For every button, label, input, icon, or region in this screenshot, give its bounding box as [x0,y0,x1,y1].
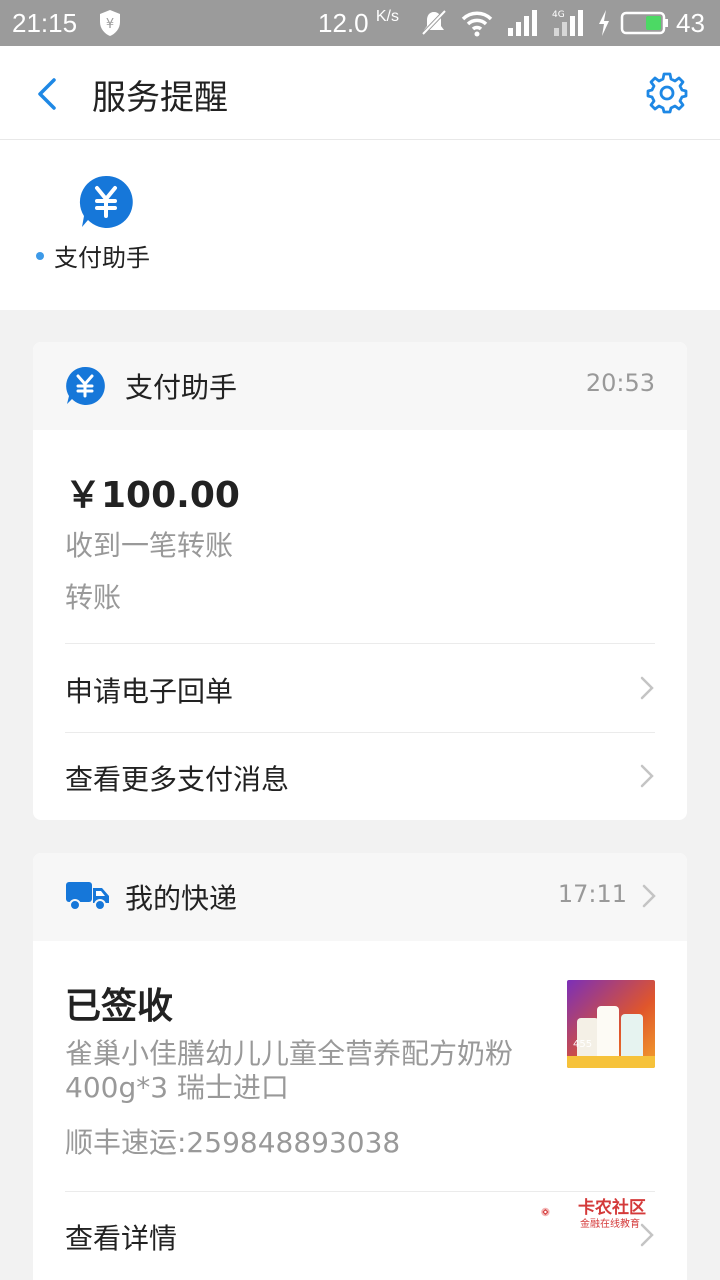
transfer-type: 转账 [65,581,122,614]
yuan-icon [66,366,105,405]
svg-text:4G: 4G [552,10,565,20]
product-can [597,1006,619,1058]
chevron-right-icon [640,676,654,700]
tracking-number: 顺丰速运:259848893038 [65,1126,401,1159]
page-title: 服务提醒 [92,78,228,118]
network-speed-value: 12.0 [318,8,369,38]
divider [65,643,655,644]
card-time: 17:11 [557,880,627,908]
charging-bolt-icon [599,10,609,36]
view-details-label: 查看详情 [65,1222,178,1255]
yuan-icon [79,175,133,228]
network-speed: 12.0 K/s [318,8,399,39]
shield-yuan-icon: ¥ [100,10,120,36]
product-thumbnail[interactable]: 455 [567,980,655,1068]
mute-bell-icon [421,9,447,36]
watermark-logo-icon [541,1207,550,1217]
status-bar: 21:15 ¥ 12.0 K/s 4G 43 [0,0,720,46]
card-header[interactable]: 我的快递 17:11 [33,853,687,941]
svg-text:¥: ¥ [106,17,114,32]
product-name: 雀巢小佳膳幼儿儿童全营养配方奶粉400g*3 瑞士进口 [65,1037,514,1104]
card-time: 20:53 [585,369,655,397]
wifi-icon [461,11,493,37]
card-header[interactable]: 支付助手 20:53 [33,342,687,430]
delivery-status: 已签收 [65,986,174,1027]
product-can [577,1018,599,1058]
card-title: 我的快递 [125,882,238,915]
battery-level: 43 [676,8,705,38]
chevron-right-icon [640,764,654,788]
card-title: 支付助手 [125,371,238,404]
product-can [621,1014,643,1058]
network-speed-unit: K/s [375,8,399,25]
signal-icon [508,10,537,36]
service-strip: 支付助手 [0,140,720,310]
transfer-amount: ￥100.00 [65,475,240,516]
transfer-description: 收到一笔转账 [65,529,234,562]
unread-dot [36,252,44,260]
chevron-right-icon [640,1223,654,1247]
watermark-subtext: 金融在线教育 [580,1219,640,1230]
payment-card: 支付助手 20:53 ￥100.00 收到一笔转账 转账 申请电子回单 查看更多… [33,342,687,820]
truck-icon [66,882,109,911]
back-arrow-icon[interactable] [30,74,64,114]
chevron-right-icon [642,884,656,908]
signal-4g-icon: 4G [552,10,583,36]
status-time: 21:15 [12,8,78,38]
divider [65,732,655,733]
gear-icon[interactable] [644,70,690,116]
thumbnail-price: 455 [573,1039,593,1050]
thumbnail-band [567,1056,655,1068]
service-item-label: 支付助手 [54,244,150,272]
more-payment-messages-label: 查看更多支付消息 [65,763,290,796]
apply-e-receipt-label: 申请电子回单 [65,675,234,708]
app-header: 服务提醒 [0,46,720,140]
battery-icon [620,11,668,35]
